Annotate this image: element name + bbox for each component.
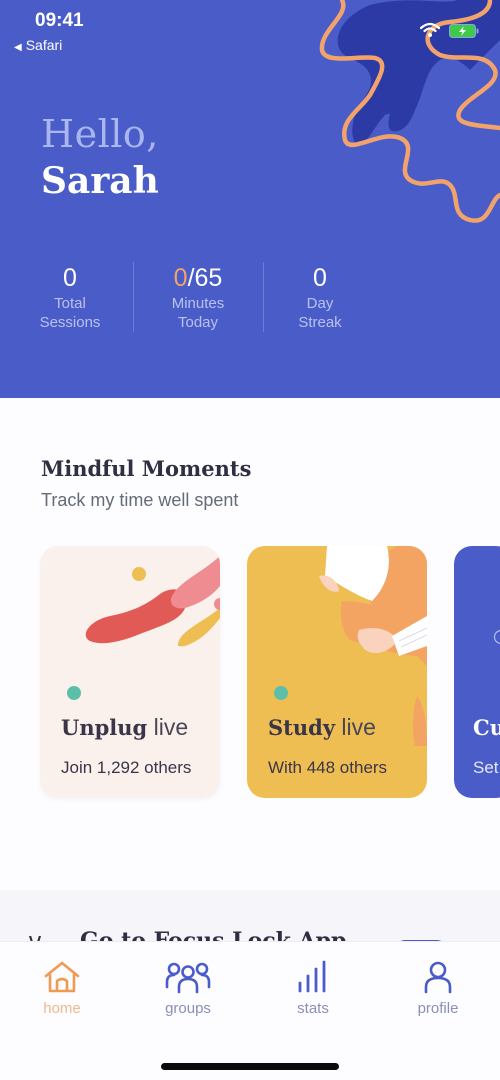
home-icon <box>44 961 80 993</box>
stat-label-line2: Sessions <box>39 314 101 331</box>
minutes-goal: /65 <box>187 264 223 292</box>
greeting-hello: Hello, <box>41 112 159 156</box>
stat-label-line1: Minutes <box>171 295 225 312</box>
groups-icon <box>165 962 211 994</box>
stat-label-line1: Total <box>54 295 86 312</box>
stat-minutes-today: 0/65 Minutes Today <box>138 262 258 332</box>
wifi-icon <box>420 22 440 37</box>
stats-icon <box>298 960 326 993</box>
card-name: Unplug <box>61 715 148 740</box>
card-status: live <box>341 714 376 740</box>
unplug-illustration <box>85 556 220 647</box>
card-name: Study <box>268 715 336 740</box>
greeting-name: Sarah <box>41 160 159 202</box>
minutes-current: 0 <box>173 264 188 292</box>
stat-label-line2: Streak <box>298 314 342 331</box>
back-app-label: Safari <box>25 37 63 53</box>
stat-label-line2: Today <box>177 314 219 331</box>
stat-label-line1: Day <box>306 295 334 312</box>
tab-bar: home groups stats profile <box>0 941 500 1080</box>
profile-icon <box>424 961 452 994</box>
live-indicator-dot <box>274 686 288 700</box>
card-custom[interactable]: Cu Set <box>454 546 500 798</box>
stat-total-sessions: 0 Total Sessions <box>10 262 130 332</box>
tab-label: groups <box>165 1000 211 1017</box>
tab-home[interactable]: home <box>12 960 112 1017</box>
tab-groups[interactable]: groups <box>138 960 238 1017</box>
back-to-safari-link[interactable]: ◀ Safari <box>14 37 62 53</box>
status-time: 09:41 <box>35 10 84 31</box>
live-indicator-dot <box>67 686 81 700</box>
tab-label: stats <box>297 1000 329 1017</box>
card-title: Unplug live <box>61 714 188 741</box>
card-status: live <box>153 714 189 740</box>
back-arrow-icon: ◀ <box>14 42 22 53</box>
card-subtitle: Set <box>473 758 499 777</box>
battery-charging-icon <box>449 24 479 38</box>
section-title: Mindful Moments <box>41 456 252 481</box>
stat-value: 0 <box>313 264 327 292</box>
card-subtitle: With 448 others <box>268 758 388 777</box>
card-name: Cu <box>473 715 500 740</box>
stat-value: 0/65 <box>138 262 258 294</box>
stat-divider <box>133 262 134 332</box>
card-title: Study live <box>268 714 376 741</box>
custom-ring-icon <box>494 630 500 644</box>
tab-profile[interactable]: profile <box>388 960 488 1017</box>
stat-value: 0 <box>63 264 77 292</box>
section-subtitle: Track my time well spent <box>41 490 239 510</box>
header: 09:41 ◀ Safari Hello, Sarah 0 Total Sessi… <box>0 0 500 398</box>
stat-day-streak: 0 Day Streak <box>260 262 380 332</box>
tab-label: profile <box>417 1000 459 1017</box>
card-title: Cu <box>473 714 500 741</box>
tab-stats[interactable]: stats <box>263 960 363 1017</box>
card-unplug[interactable]: Unplug live Join 1,292 others <box>40 546 220 798</box>
card-subtitle: Join 1,292 others <box>61 758 192 777</box>
tab-label: home <box>43 1000 81 1017</box>
home-indicator[interactable] <box>161 1063 339 1070</box>
card-study[interactable]: Study live With 448 others <box>247 546 427 798</box>
stats-row: 0 Total Sessions 0/65 Minutes Today 0 Da… <box>0 262 400 334</box>
